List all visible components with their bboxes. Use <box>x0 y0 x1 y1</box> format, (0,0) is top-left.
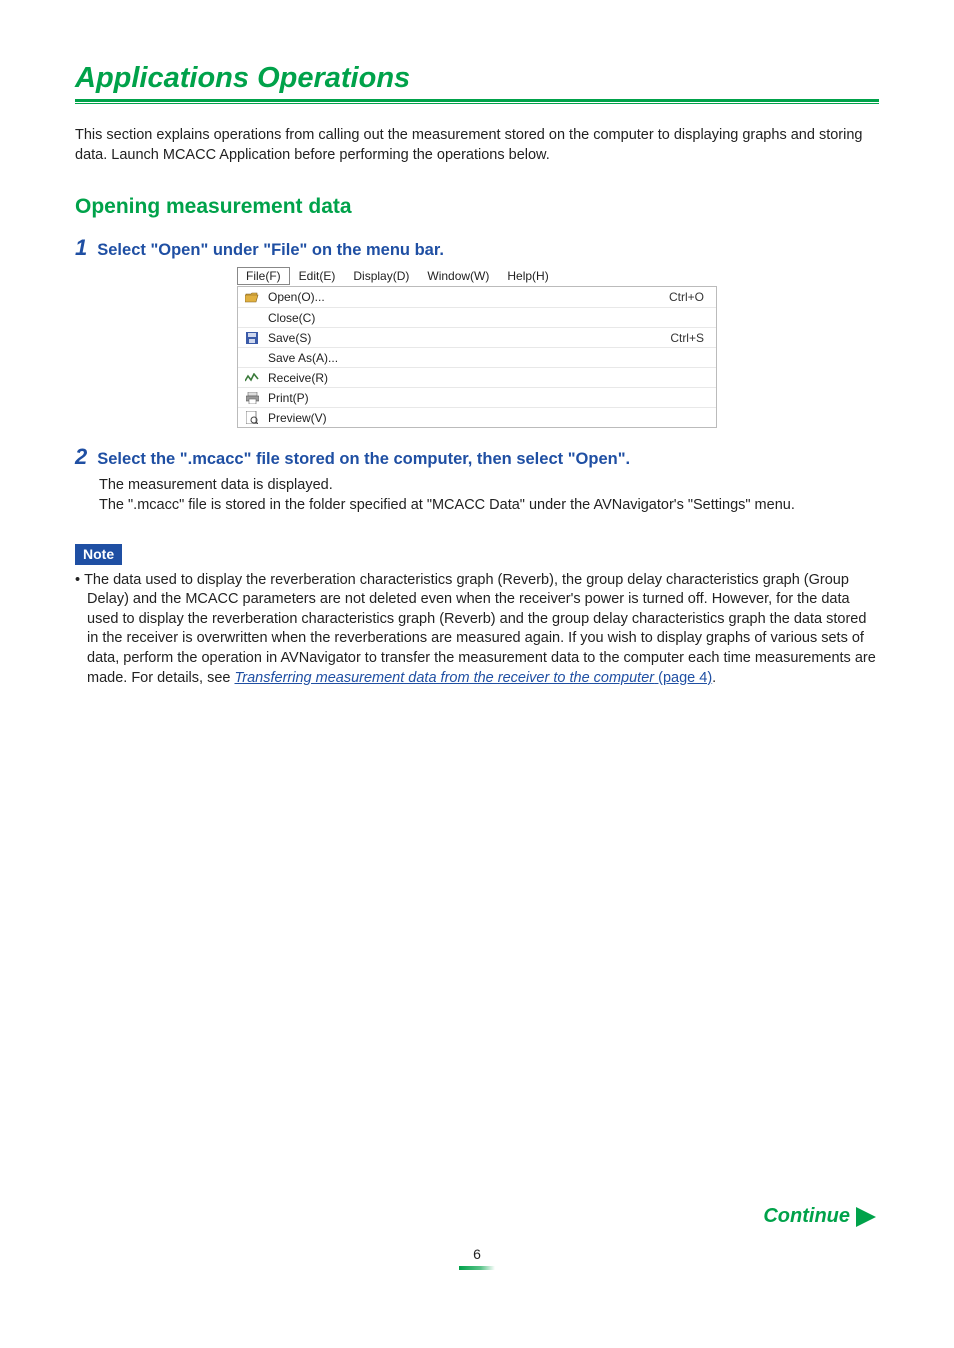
file-menu-screenshot: File(F) Edit(E) Display(D) Window(W) Hel… <box>237 266 717 428</box>
file-dropdown: Open(O)... Ctrl+O Close(C) Save(S) Ctrl+… <box>237 286 717 428</box>
file-menu-save-label: Save(S) <box>268 331 670 345</box>
open-folder-icon <box>244 290 260 304</box>
file-menu-receive[interactable]: Receive(R) <box>238 367 716 387</box>
menubar-display[interactable]: Display(D) <box>344 267 418 285</box>
file-menu-close-label: Close(C) <box>268 311 704 325</box>
step-2-sub1: The measurement data is displayed. <box>99 475 879 495</box>
note-body: •The data used to display the reverberat… <box>75 571 879 688</box>
print-icon <box>244 391 260 405</box>
note-body-pre: The data used to display the reverberati… <box>84 572 876 686</box>
file-menu-save-as[interactable]: Save As(A)... <box>238 347 716 367</box>
title-rule-thin <box>75 103 879 104</box>
step-2-body: The measurement data is displayed. The "… <box>99 475 879 516</box>
menubar-edit[interactable]: Edit(E) <box>290 267 345 285</box>
menubar-help[interactable]: Help(H) <box>498 267 557 285</box>
step-1-text: Select "Open" under "File" on the menu b… <box>97 241 444 260</box>
transfer-data-link[interactable]: Transferring measurement data from the r… <box>235 670 655 686</box>
page-number-value: 6 <box>473 1246 481 1262</box>
file-menu-open-label: Open(O)... <box>268 290 669 304</box>
note-body-post: . <box>712 670 716 686</box>
note-bullet: • <box>75 572 84 588</box>
page-number: 6 <box>0 1246 954 1270</box>
file-menu-save-as-label: Save As(A)... <box>268 351 704 365</box>
menubar: File(F) Edit(E) Display(D) Window(W) Hel… <box>237 266 717 286</box>
menubar-file[interactable]: File(F) <box>237 267 290 285</box>
step-1-number: 1 <box>75 237 87 259</box>
continue-button[interactable]: Continue <box>763 1205 876 1228</box>
page-title: Applications Operations <box>75 62 879 95</box>
file-menu-save[interactable]: Save(S) Ctrl+S <box>238 327 716 347</box>
file-menu-print-label: Print(P) <box>268 391 704 405</box>
transfer-data-link-page[interactable]: (page 4) <box>654 670 712 686</box>
file-menu-open[interactable]: Open(O)... Ctrl+O <box>238 287 716 307</box>
title-rule-thick <box>75 99 879 102</box>
continue-arrow-icon <box>856 1207 876 1227</box>
page-number-underline <box>459 1266 495 1270</box>
note-badge: Note <box>75 544 122 565</box>
file-menu-save-shortcut: Ctrl+S <box>670 331 708 345</box>
file-menu-print[interactable]: Print(P) <box>238 387 716 407</box>
file-menu-receive-label: Receive(R) <box>268 371 704 385</box>
menubar-window[interactable]: Window(W) <box>418 267 498 285</box>
section-heading: Opening measurement data <box>75 195 879 219</box>
intro-paragraph: This section explains operations from ca… <box>75 126 879 165</box>
step-2-number: 2 <box>75 446 87 468</box>
step-2-text: Select the ".mcacc" file stored on the c… <box>97 450 630 469</box>
file-menu-preview[interactable]: Preview(V) <box>238 407 716 427</box>
step-2: 2 Select the ".mcacc" file stored on the… <box>75 446 879 469</box>
receive-wave-icon <box>244 371 260 385</box>
file-menu-open-shortcut: Ctrl+O <box>669 290 708 304</box>
preview-icon <box>244 411 260 425</box>
blank-icon <box>244 351 260 365</box>
file-menu-close[interactable]: Close(C) <box>238 307 716 327</box>
continue-label: Continue <box>763 1205 850 1228</box>
note-block: Note •The data used to display the rever… <box>75 544 879 688</box>
step-2-sub2: The ".mcacc" file is stored in the folde… <box>99 495 879 515</box>
blank-icon <box>244 311 260 325</box>
file-menu-preview-label: Preview(V) <box>268 411 704 425</box>
step-1: 1 Select "Open" under "File" on the menu… <box>75 237 879 260</box>
save-disk-icon <box>244 331 260 345</box>
